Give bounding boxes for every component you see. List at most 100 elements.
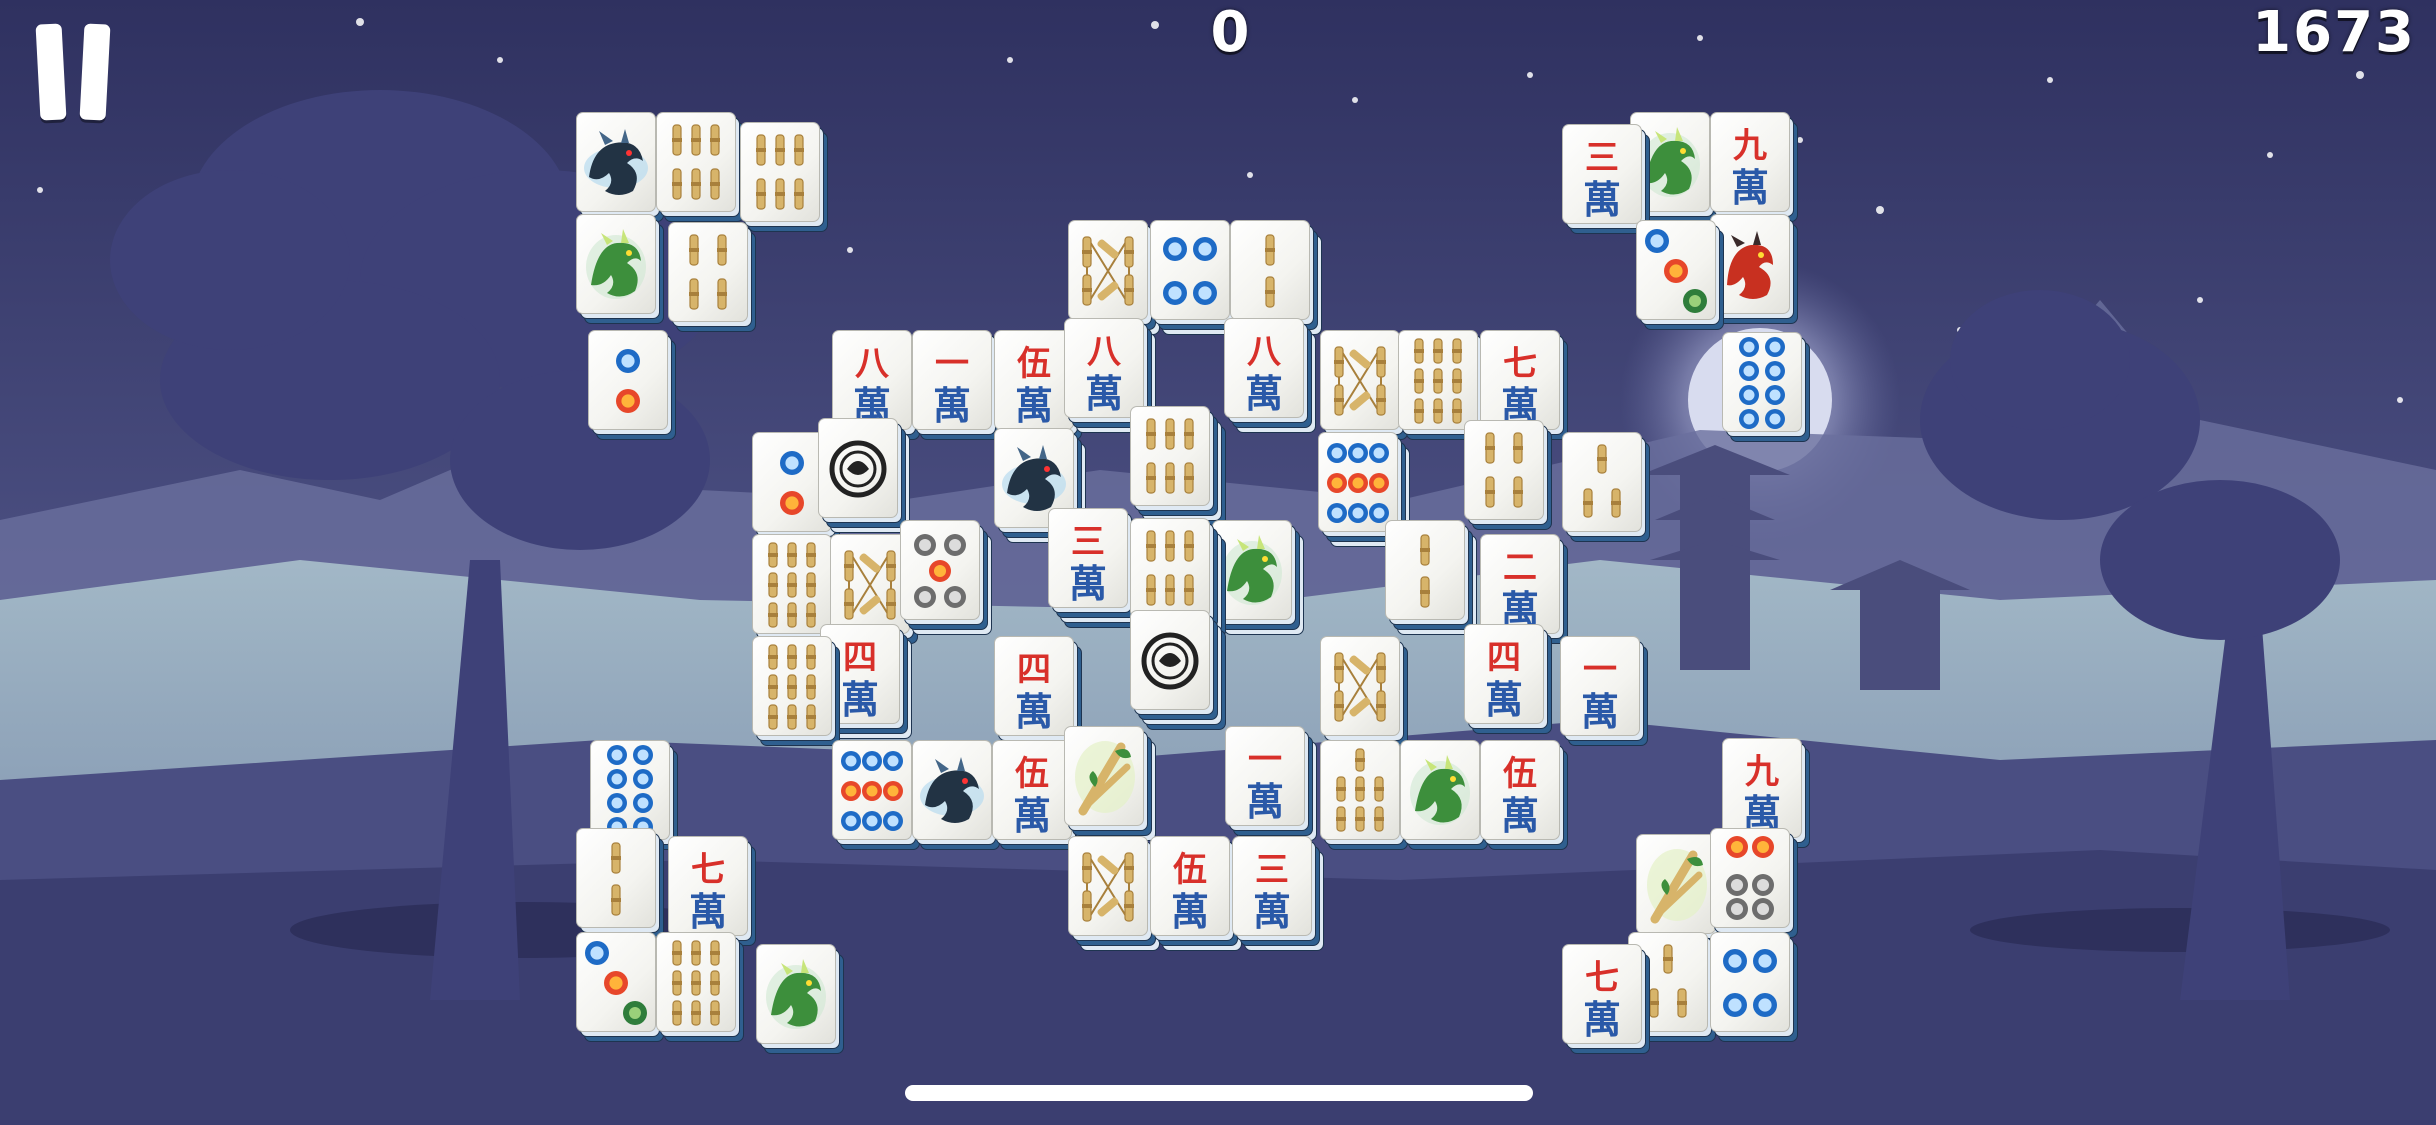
flower-tile[interactable] <box>1636 834 1724 944</box>
bamboo-9-tile[interactable] <box>656 932 744 1042</box>
svg-text:伍: 伍 <box>1503 754 1537 794</box>
character-seven-tile[interactable]: 七 萬 <box>1480 330 1568 440</box>
svg-text:萬: 萬 <box>1583 997 1621 1042</box>
svg-text:二: 二 <box>1503 548 1537 588</box>
tile-face: 伍 萬 <box>1150 836 1230 936</box>
tile-face <box>1398 330 1478 430</box>
character-four-tile[interactable]: 四 萬 <box>994 636 1082 746</box>
tile-face: 二 萬 <box>1480 534 1560 634</box>
circle-8-tile[interactable] <box>1722 332 1810 442</box>
tile-face: 伍 萬 <box>994 330 1074 430</box>
bamboo-9-tile[interactable] <box>1398 330 1486 440</box>
tile-face: 三 萬 <box>1048 508 1128 608</box>
svg-text:伍: 伍 <box>1017 344 1051 384</box>
svg-text:萬: 萬 <box>1583 177 1621 222</box>
svg-text:萬: 萬 <box>1581 689 1619 734</box>
tile-face <box>1562 432 1642 532</box>
circle-8-tile[interactable] <box>590 740 678 850</box>
tile-face <box>818 418 898 518</box>
character-two-tile[interactable]: 二 萬 <box>1480 534 1568 644</box>
bamboo-3-tile[interactable] <box>1562 432 1650 542</box>
character-nine-tile[interactable]: 九 萬 <box>1722 738 1810 848</box>
tile-face: 七 萬 <box>1562 944 1642 1044</box>
tile-face <box>830 534 910 634</box>
dragon-green-tile[interactable] <box>756 944 844 1054</box>
character-five-tile[interactable]: 伍 萬 <box>1150 836 1242 951</box>
character-one-tile[interactable]: 一 萬 <box>912 330 1000 440</box>
character-one-tile[interactable]: 一 萬 <box>1225 726 1317 841</box>
svg-text:萬: 萬 <box>689 889 727 934</box>
tile-face <box>1636 220 1716 320</box>
character-eight-tile[interactable]: 八 萬 <box>832 330 920 440</box>
circle-5-tile[interactable] <box>900 520 992 635</box>
tile-face <box>576 932 656 1032</box>
circle-4-tile[interactable] <box>1710 932 1798 1042</box>
bamboo-9-tile[interactable] <box>752 636 840 746</box>
tile-face: 伍 萬 <box>1480 740 1560 840</box>
circle-2-tile[interactable] <box>588 330 676 440</box>
dragon-black-tile[interactable] <box>912 740 1000 850</box>
bamboo-4-tile[interactable] <box>668 222 756 332</box>
character-nine-tile[interactable]: 九 萬 <box>1710 112 1798 222</box>
tile-face <box>1130 406 1210 506</box>
tile-face <box>1710 828 1790 928</box>
tile-face <box>590 740 670 840</box>
circle-9-tile[interactable] <box>832 740 920 850</box>
svg-text:萬: 萬 <box>1069 561 1107 606</box>
bamboo-8-tile[interactable] <box>830 534 918 644</box>
bamboo-8-tile[interactable] <box>1320 330 1408 440</box>
circle-3-tile[interactable] <box>576 932 664 1042</box>
tile-face: 一 萬 <box>1225 726 1305 826</box>
character-five-tile[interactable]: 伍 萬 <box>1480 740 1568 850</box>
circle-3-tile[interactable] <box>1636 220 1724 330</box>
bamboo-8-tile[interactable] <box>1068 220 1160 335</box>
character-five-tile[interactable]: 伍 萬 <box>994 330 1082 440</box>
svg-text:四: 四 <box>1017 650 1051 690</box>
bamboo-4-tile[interactable] <box>1464 420 1552 530</box>
bamboo-8-tile[interactable] <box>1068 836 1160 951</box>
bamboo-6-tile[interactable] <box>656 112 744 222</box>
svg-text:七: 七 <box>691 850 725 890</box>
dragon-black-tile[interactable] <box>576 112 664 222</box>
tile-face <box>832 740 912 840</box>
tile-face <box>900 520 980 620</box>
mahjong-board: 八 萬 一 萬 伍 萬 八 萬 八 萬 七 萬 三 萬 二 萬 四 萬 四 萬 … <box>0 0 2436 1125</box>
bamboo-2-tile[interactable] <box>1230 220 1322 335</box>
svg-text:一: 一 <box>1248 740 1282 780</box>
character-four-tile[interactable]: 四 萬 <box>1464 624 1552 734</box>
tile-face: 三 萬 <box>1562 124 1642 224</box>
dragon-green-tile[interactable] <box>1400 740 1488 850</box>
character-three-tile[interactable]: 三 萬 <box>1048 508 1144 628</box>
bamboo-6-tile[interactable] <box>1130 406 1226 526</box>
bamboo-2-tile[interactable] <box>576 828 664 938</box>
bamboo-7-tile[interactable] <box>1320 740 1408 850</box>
character-seven-tile[interactable]: 七 萬 <box>668 836 756 946</box>
circle-9-tile[interactable] <box>1318 432 1410 547</box>
character-five-tile[interactable]: 伍 萬 <box>992 740 1080 850</box>
svg-text:萬: 萬 <box>1485 677 1523 722</box>
character-three-tile[interactable]: 三 萬 <box>1562 124 1650 234</box>
bamboo-8-tile[interactable] <box>1320 636 1408 746</box>
tile-face <box>656 932 736 1032</box>
tile-face <box>752 534 832 634</box>
svg-text:萬: 萬 <box>1085 371 1123 416</box>
svg-text:九: 九 <box>1733 126 1767 166</box>
character-one-tile[interactable]: 一 萬 <box>1560 636 1648 746</box>
tile-face: 一 萬 <box>1560 636 1640 736</box>
character-three-tile[interactable]: 三 萬 <box>1232 836 1324 951</box>
dragon-white-tile[interactable] <box>1130 610 1226 730</box>
bamboo-6-tile[interactable] <box>1130 518 1226 638</box>
circle-6-tile[interactable] <box>1710 828 1798 938</box>
character-seven-tile[interactable]: 七 萬 <box>1562 944 1650 1054</box>
bamboo-9-tile[interactable] <box>752 534 840 644</box>
svg-text:萬: 萬 <box>841 677 879 722</box>
dragon-white-tile[interactable] <box>818 418 910 533</box>
flower-tile[interactable] <box>1064 726 1156 841</box>
circle-4-tile[interactable] <box>1150 220 1242 335</box>
bamboo-2-tile[interactable] <box>1385 520 1477 635</box>
character-eight-tile[interactable]: 八 萬 <box>1064 318 1156 433</box>
bamboo-6-tile[interactable] <box>740 122 828 232</box>
dragon-green-tile[interactable] <box>576 214 664 324</box>
tile-face: 七 萬 <box>1480 330 1560 430</box>
character-eight-tile[interactable]: 八 萬 <box>1224 318 1316 433</box>
